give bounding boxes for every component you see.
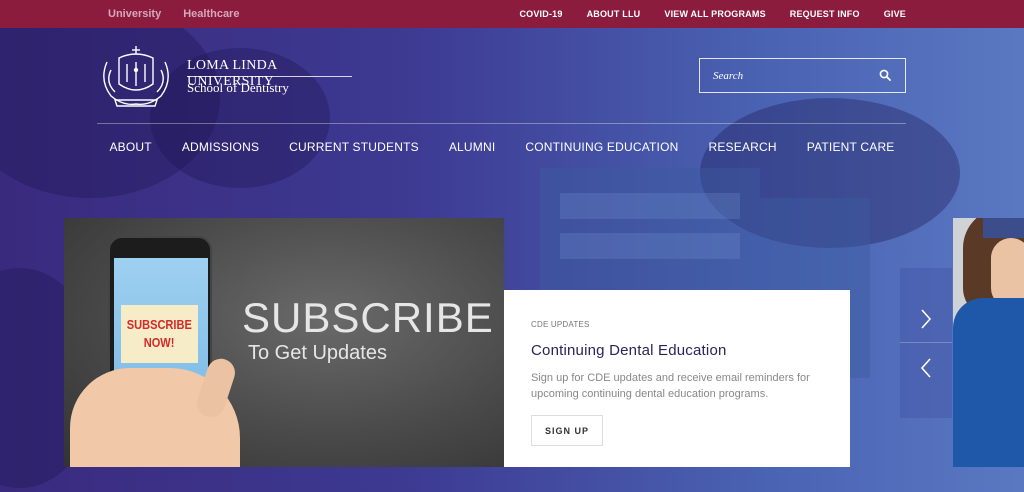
- utility-bar: University Healthcare COVID-19 ABOUT LLU…: [0, 0, 1024, 28]
- chevron-left-icon: [920, 357, 931, 378]
- header-divider: [97, 123, 906, 124]
- utility-link-university[interactable]: University: [108, 8, 161, 20]
- nav-item-current-students[interactable]: CURRENT STUDENTS: [289, 140, 419, 160]
- nav-item-research[interactable]: RESEARCH: [708, 140, 776, 160]
- carousel-next-button[interactable]: [900, 294, 952, 344]
- next-slide-preview[interactable]: [953, 218, 1024, 467]
- nav-item-about[interactable]: ABOUT: [109, 140, 151, 160]
- utility-link-healthcare[interactable]: Healthcare: [183, 8, 239, 20]
- utility-link-about-llu[interactable]: ABOUT LLU: [587, 9, 641, 19]
- main-nav: ABOUT ADMISSIONS CURRENT STUDENTS ALUMNI…: [0, 140, 1004, 160]
- utility-link-covid[interactable]: COVID-19: [519, 9, 562, 19]
- school-name: School of Dentistry: [187, 80, 289, 95]
- sign-up-button[interactable]: SIGN UP: [531, 415, 603, 446]
- university-crest-icon: [103, 46, 169, 107]
- card-description: Sign up for CDE updates and receive emai…: [531, 372, 810, 400]
- slide-card: CDE UPDATES Continuing Dental Education …: [504, 290, 850, 467]
- logo-divider: [187, 76, 352, 77]
- utility-links-right: COVID-19 ABOUT LLU VIEW ALL PROGRAMS REQ…: [519, 0, 906, 28]
- nav-item-alumni[interactable]: ALUMNI: [449, 140, 496, 160]
- carousel-prev-button[interactable]: [900, 342, 952, 392]
- utility-links-left: University Healthcare: [108, 0, 239, 28]
- utility-link-give[interactable]: GIVE: [884, 9, 906, 19]
- slide-subline: To Get Updates: [248, 342, 387, 364]
- chevron-right-icon: [921, 309, 932, 329]
- slide-headline: SUBSCRIBE: [242, 294, 494, 341]
- sticky-note-line2: NOW!: [144, 335, 175, 350]
- school-logo[interactable]: LOMA LINDA UNIVERSITY School of Dentistr…: [97, 40, 357, 112]
- utility-link-view-programs[interactable]: VIEW ALL PROGRAMS: [664, 9, 765, 19]
- nav-item-continuing-education[interactable]: CONTINUING EDUCATION: [525, 140, 678, 160]
- utility-link-request-info[interactable]: REQUEST INFO: [790, 9, 860, 19]
- search-input[interactable]: [700, 59, 870, 92]
- search-icon[interactable]: [879, 69, 891, 81]
- card-category: CDE UPDATES: [531, 320, 590, 329]
- nav-item-admissions[interactable]: ADMISSIONS: [182, 140, 259, 160]
- sticky-note-line1: SUBSCRIBE: [126, 317, 193, 332]
- search-box: [699, 58, 906, 93]
- card-title: Continuing Dental Education: [531, 342, 727, 359]
- slide-image: SUBSCRIBE NOW! SUBSCRIBE To Get Updates: [64, 218, 504, 467]
- sticky-note: SUBSCRIBE NOW!: [121, 305, 198, 363]
- nav-item-patient-care[interactable]: PATIENT CARE: [807, 140, 895, 160]
- carousel-controls: [900, 268, 952, 418]
